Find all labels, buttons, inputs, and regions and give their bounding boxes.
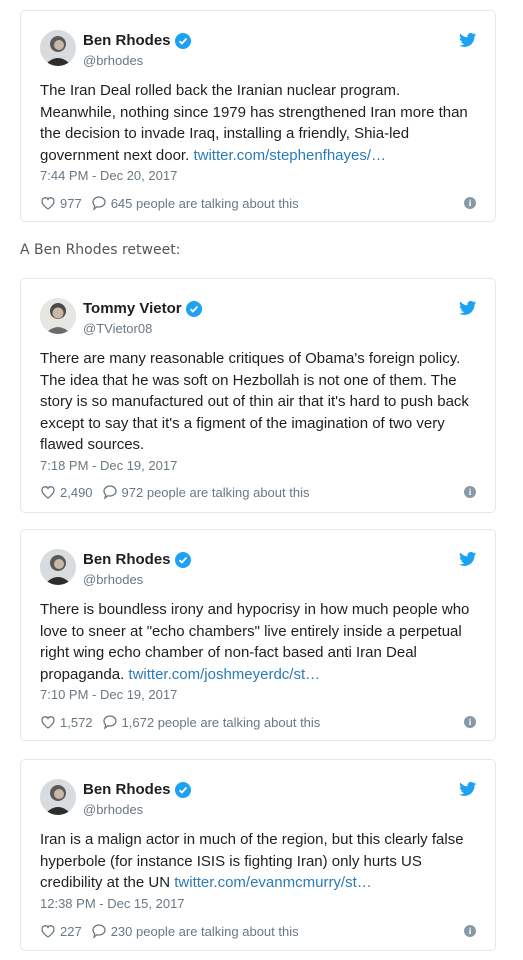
avatar[interactable] xyxy=(40,779,76,815)
tweet-text: Iran is a malign actor in much of the re… xyxy=(40,829,477,894)
tweet-timestamp[interactable]: 12:38 PM - Dec 15, 2017 xyxy=(40,896,185,911)
avatar[interactable] xyxy=(40,298,76,334)
talking-count[interactable]: 645 people are talking about this xyxy=(111,196,299,211)
verified-badge-icon xyxy=(174,551,191,568)
twitter-bird-icon[interactable] xyxy=(459,301,477,316)
tweet-actions: 227 230 people are talking about this xyxy=(40,923,299,939)
like-count[interactable]: 2,490 xyxy=(60,485,93,500)
author-name[interactable]: Ben Rhodes xyxy=(83,781,171,798)
like-count[interactable]: 227 xyxy=(60,924,82,939)
reply-bubble-icon[interactable] xyxy=(102,484,118,500)
tweet-actions: 977 645 people are talking about this xyxy=(40,195,299,211)
heart-icon[interactable] xyxy=(40,714,56,730)
like-count[interactable]: 1,572 xyxy=(60,715,93,730)
author-handle[interactable]: @TVietor08 xyxy=(83,321,152,336)
tweet-body: There are many reasonable critiques of O… xyxy=(40,350,469,453)
retweet-caption: A Ben Rhodes retweet: xyxy=(20,242,181,258)
talking-count[interactable]: 1,672 people are talking about this xyxy=(122,715,321,730)
tweet-link[interactable]: twitter.com/evanmcmurry/st… xyxy=(174,874,372,891)
info-icon[interactable]: i xyxy=(464,486,476,498)
heart-icon[interactable] xyxy=(40,484,56,500)
tweet-text: There is boundless irony and hypocrisy i… xyxy=(40,599,477,685)
avatar[interactable] xyxy=(40,30,76,66)
tweet-link[interactable]: twitter.com/joshmeyerdc/st… xyxy=(128,666,320,683)
heart-icon[interactable] xyxy=(40,195,56,211)
verified-badge-icon xyxy=(174,32,191,49)
tweet-actions: 2,490 972 people are talking about this xyxy=(40,484,309,500)
author-handle[interactable]: @brhodes xyxy=(83,802,143,817)
tweet-timestamp[interactable]: 7:18 PM - Dec 19, 2017 xyxy=(40,458,177,473)
info-icon[interactable]: i xyxy=(464,716,476,728)
tweet-card[interactable]: Tommy Vietor @TVietor08 There are many r… xyxy=(20,278,496,513)
reply-bubble-icon[interactable] xyxy=(102,714,118,730)
verified-badge-icon xyxy=(174,781,191,798)
twitter-bird-icon[interactable] xyxy=(459,33,477,48)
author-name[interactable]: Ben Rhodes xyxy=(83,32,171,49)
tweet-text: The Iran Deal rolled back the Iranian nu… xyxy=(40,80,477,166)
tweet-card[interactable]: Ben Rhodes @brhodes Iran is a malign act… xyxy=(20,759,496,951)
author-name[interactable]: Ben Rhodes xyxy=(83,551,171,568)
talking-count[interactable]: 972 people are talking about this xyxy=(122,485,310,500)
tweet-link[interactable]: twitter.com/stephenfhayes/… xyxy=(193,147,386,164)
info-icon[interactable]: i xyxy=(464,925,476,937)
tweet-timestamp[interactable]: 7:10 PM - Dec 19, 2017 xyxy=(40,687,177,702)
tweet-card[interactable]: Ben Rhodes @brhodes The Iran Deal rolled… xyxy=(20,10,496,222)
author-handle[interactable]: @brhodes xyxy=(83,572,143,587)
reply-bubble-icon[interactable] xyxy=(91,195,107,211)
reply-bubble-icon[interactable] xyxy=(91,923,107,939)
like-count[interactable]: 977 xyxy=(60,196,82,211)
tweet-timestamp[interactable]: 7:44 PM - Dec 20, 2017 xyxy=(40,168,177,183)
heart-icon[interactable] xyxy=(40,923,56,939)
author-handle[interactable]: @brhodes xyxy=(83,53,143,68)
verified-badge-icon xyxy=(185,300,202,317)
twitter-bird-icon[interactable] xyxy=(459,782,477,797)
twitter-bird-icon[interactable] xyxy=(459,552,477,567)
tweet-text: There are many reasonable critiques of O… xyxy=(40,348,477,456)
talking-count[interactable]: 230 people are talking about this xyxy=(111,924,299,939)
tweet-card[interactable]: Ben Rhodes @brhodes There is boundless i… xyxy=(20,529,496,741)
tweet-actions: 1,572 1,672 people are talking about thi… xyxy=(40,714,320,730)
avatar[interactable] xyxy=(40,549,76,585)
info-icon[interactable]: i xyxy=(464,197,476,209)
author-name[interactable]: Tommy Vietor xyxy=(83,300,182,317)
